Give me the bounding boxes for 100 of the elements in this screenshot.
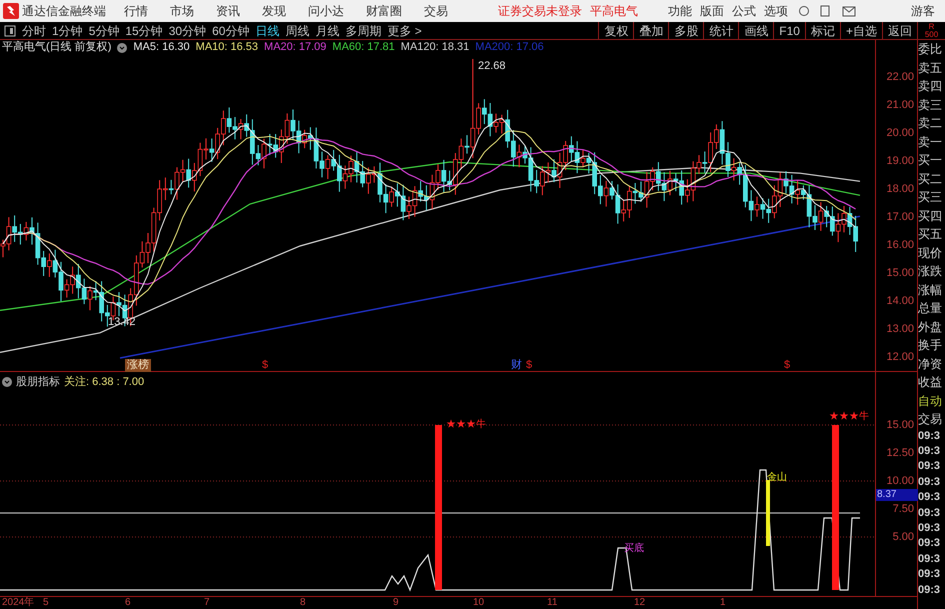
toolbar-button[interactable]: F10: [773, 22, 805, 39]
moving-average-label: MA60: 17.81: [332, 40, 395, 56]
indicator-axis-label: 15.00: [886, 418, 914, 432]
quote-field-label: 卖五: [918, 60, 943, 76]
price-axis-label: 16.00: [886, 238, 914, 252]
period-tab[interactable]: 更多 >: [387, 22, 422, 40]
period-tab[interactable]: 多周期: [345, 22, 382, 40]
quote-field-label: 买五: [918, 226, 943, 243]
time-axis-label: 2024年: [2, 597, 34, 608]
indicator-axis-label: 12.50: [886, 446, 914, 460]
quote-field-label: 涨幅: [918, 282, 943, 298]
event-marker[interactable]: $: [262, 359, 268, 372]
time-axis-label: 6: [125, 597, 131, 608]
trade-mode-label[interactable]: 自动: [918, 392, 945, 410]
indicator-title: 股朋指标: [16, 375, 60, 390]
period-tab[interactable]: 15分钟: [125, 22, 163, 40]
time-axis-label: 5: [43, 597, 49, 608]
menu-item[interactable]: 发现: [262, 4, 286, 18]
menu-item[interactable]: 交易: [424, 4, 448, 18]
event-marker[interactable]: $: [784, 359, 790, 372]
menu-item[interactable]: 行情: [124, 4, 148, 18]
trade-time: 09:3: [918, 536, 942, 552]
time-axis-label: 9: [393, 597, 399, 608]
toolbar-button[interactable]: 返回: [882, 22, 917, 39]
trade-time: 09:3: [918, 428, 942, 444]
price-axis-label: 20.00: [886, 127, 914, 140]
time-axis-label: 10: [473, 597, 484, 608]
signal-label: ★★★牛: [829, 411, 869, 423]
event-marker[interactable]: 涨榜: [125, 359, 151, 372]
menu-item[interactable]: 资讯: [216, 4, 240, 18]
dropdown-icon[interactable]: [117, 42, 128, 52]
period-tab[interactable]: 5分钟: [88, 22, 120, 40]
app-logo-icon: [3, 3, 19, 19]
trade-time: 09:3: [918, 506, 942, 521]
menu-item[interactable]: 市场: [170, 4, 194, 18]
signal-label: 金山: [767, 472, 787, 484]
trade-time: 09:3: [918, 459, 942, 474]
moving-average-label: MA20: 17.09: [264, 40, 326, 56]
period-tab[interactable]: 周线: [285, 22, 310, 40]
price-axis-label: 19.00: [886, 155, 914, 168]
time-axis-label: 11: [547, 597, 558, 608]
trade-time: 09:3: [918, 490, 942, 506]
price-axis-label: 15.00: [886, 266, 914, 280]
trade-mode-label[interactable]: 交易: [918, 410, 945, 428]
price-axis-label: 17.00: [886, 210, 914, 224]
period-tab[interactable]: 分时: [22, 22, 46, 40]
toolbar-button[interactable]: 叠加: [633, 22, 668, 39]
trade-time: 09:3: [918, 582, 942, 598]
quote-field-label: 总量: [918, 300, 943, 317]
quote-field-label: 委比: [918, 41, 943, 58]
trade-time: 09:3: [918, 552, 942, 567]
period-tab[interactable]: 30分钟: [168, 22, 206, 40]
menu-item[interactable]: 版面: [700, 4, 724, 18]
corner-badge: R 500: [917, 22, 945, 39]
quote-field-label: 净资: [918, 356, 943, 372]
period-tab[interactable]: 1分钟: [52, 22, 83, 40]
quote-field-label: 买三: [918, 189, 943, 206]
quote-field-label: 卖四: [918, 78, 943, 95]
quote-field-label: 买一: [918, 152, 943, 169]
menu-item[interactable]: 财富圈: [366, 4, 402, 18]
menu-item[interactable]: 公式: [732, 4, 756, 18]
trade-time: 09:3: [918, 567, 942, 582]
quote-field-label: 买二: [918, 170, 943, 188]
high-price-label: 22.68: [478, 59, 506, 74]
moving-average-label: MA120: 18.31: [400, 40, 470, 56]
toolbar-button[interactable]: 画线: [738, 22, 774, 39]
time-axis-label: 7: [204, 597, 210, 608]
moving-average-label: MA10: 16.53: [196, 40, 258, 56]
chart-title: 平高电气(日线 前复权): [2, 40, 112, 56]
menu-item[interactable]: 选项: [764, 4, 788, 18]
event-marker[interactable]: 财: [511, 359, 522, 372]
status-text: 证券交易未登录: [498, 4, 582, 18]
panel-toggle-icon[interactable]: [4, 24, 16, 36]
time-axis-label: 8: [300, 597, 306, 608]
toolbar-button[interactable]: +自选: [840, 22, 882, 39]
toolbar-button[interactable]: 复权: [598, 22, 634, 39]
moving-average-label: MA5: 16.30: [133, 40, 190, 56]
indicator-axis-label: 10.00: [886, 474, 914, 488]
menu-item[interactable]: 问小达: [308, 4, 344, 18]
time-axis-label: 12: [634, 597, 646, 608]
menu-item[interactable]: 功能: [668, 4, 692, 18]
toolbar-button[interactable]: 多股: [668, 22, 704, 39]
price-axis-label: 22.00: [886, 71, 914, 84]
dropdown-icon[interactable]: [2, 377, 12, 388]
period-tab[interactable]: 月线: [315, 22, 340, 40]
period-tab[interactable]: 60分钟: [212, 22, 250, 40]
price-axis-label: 18.00: [886, 183, 914, 196]
quote-field-label: 卖二: [918, 115, 943, 132]
status-text: 平高电气: [590, 4, 638, 18]
mail-icon[interactable]: [842, 6, 856, 16]
cursor-value-label: 8.37: [876, 489, 918, 501]
quote-field-label: 换手: [918, 337, 943, 354]
event-marker[interactable]: $: [526, 359, 532, 372]
moving-average-label: MA200: 17.06: [475, 40, 544, 56]
toolbar-button[interactable]: 标记: [804, 22, 840, 39]
quote-field-label: 外盘: [918, 318, 943, 336]
toolbar-button[interactable]: 统计: [703, 22, 738, 39]
user-name[interactable]: 游客: [911, 4, 935, 18]
period-tab[interactable]: 日线: [255, 22, 280, 40]
quote-field-label: 卖三: [918, 96, 943, 114]
